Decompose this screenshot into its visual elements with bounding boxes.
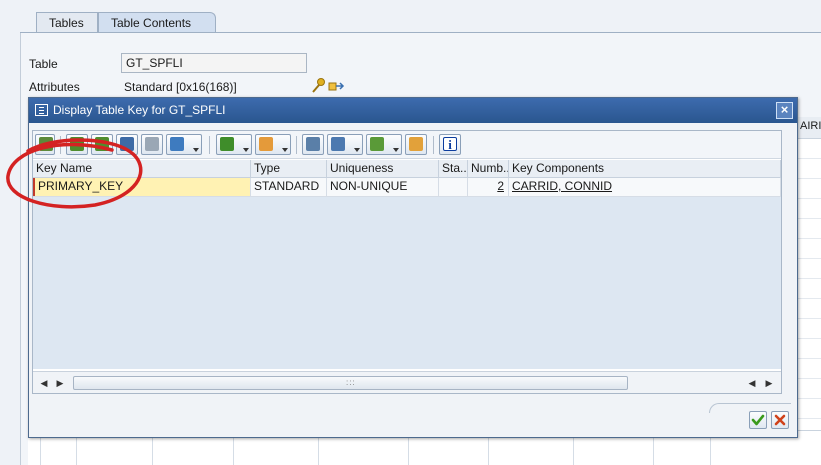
tab-strip: Tables Table Contents <box>0 0 821 33</box>
cell-key-name[interactable]: PRIMARY_KEY <box>33 178 251 196</box>
key-icons[interactable] <box>309 77 347 95</box>
details-button[interactable] <box>35 134 55 155</box>
info-icon: i <box>443 137 457 152</box>
views-button[interactable] <box>327 134 363 155</box>
close-button[interactable]: × <box>776 102 793 119</box>
scroll-right-arrow[interactable]: ▶ <box>55 377 65 389</box>
tab-tables[interactable]: Tables <box>36 12 98 33</box>
sort-descending-icon <box>95 137 109 151</box>
layout-icon <box>409 137 423 151</box>
total-button[interactable] <box>216 134 252 155</box>
cancel-x-icon <box>774 414 786 426</box>
find-button[interactable] <box>116 134 138 155</box>
grid-header: Key Name Type Uniqueness Sta... Numb... … <box>33 160 781 178</box>
attributes-label: Attributes <box>29 80 80 94</box>
filter-button[interactable] <box>166 134 202 155</box>
details-icon <box>39 137 53 151</box>
scroll-left-arrow[interactable]: ◀ <box>39 377 49 389</box>
column-header-type[interactable]: Type <box>251 160 327 178</box>
cancel-button[interactable] <box>771 411 789 429</box>
background-column-header: AIRI <box>797 117 821 139</box>
total-icon <box>220 137 234 151</box>
attributes-value: Standard [0x16(168)] <box>124 80 237 94</box>
find-icon <box>120 137 134 151</box>
continue-button[interactable] <box>749 411 767 429</box>
sort-descending-button[interactable] <box>91 134 113 155</box>
find-next-icon <box>145 137 159 151</box>
filter-icon <box>170 137 184 151</box>
grid-empty-area <box>33 197 781 369</box>
key-alv-grid: i Key Name Type Uniqueness Sta... Numb..… <box>32 130 782 394</box>
print-icon <box>306 137 320 151</box>
dialog-title: Display Table Key for GT_SPFLI <box>53 103 226 117</box>
sort-ascending-button[interactable] <box>66 134 88 155</box>
tab-table-contents[interactable]: Table Contents <box>98 12 216 33</box>
layout-button[interactable] <box>405 134 427 155</box>
information-button[interactable]: i <box>439 134 461 155</box>
cell-status[interactable] <box>439 178 468 196</box>
cell-number[interactable]: 2 <box>468 178 509 196</box>
table-key-icon[interactable] <box>309 77 347 95</box>
find-next-button[interactable] <box>141 134 163 155</box>
background-grid-right: AIRI <box>797 117 821 465</box>
background-grid-rows <box>797 139 821 465</box>
dialog-window-icon <box>35 104 48 116</box>
export-icon <box>370 137 384 151</box>
cell-key-components[interactable]: CARRID, CONNID <box>509 178 781 196</box>
cell-type[interactable]: STANDARD <box>251 178 327 196</box>
scroll-left-arrow-right-end[interactable]: ◀ <box>747 377 757 389</box>
scroll-thumb[interactable]: ::: <box>73 376 628 390</box>
column-header-key-components[interactable]: Key Components <box>509 160 781 178</box>
table-name-field[interactable]: GT_SPFLI <box>121 53 307 73</box>
column-header-status[interactable]: Sta... <box>439 160 468 178</box>
subtotal-button[interactable] <box>255 134 291 155</box>
scroll-grip: ::: <box>346 378 356 387</box>
views-icon <box>331 137 345 151</box>
subtotal-icon <box>259 137 273 151</box>
table-label: Table <box>29 57 58 71</box>
display-table-key-dialog: Display Table Key for GT_SPFLI × i Key N… <box>28 97 798 438</box>
dialog-titlebar[interactable]: Display Table Key for GT_SPFLI × <box>29 98 797 123</box>
column-header-key-name[interactable]: Key Name <box>33 160 251 178</box>
horizontal-scrollbar[interactable]: ◀ ▶ ::: ◀ ▶ <box>33 371 781 393</box>
checkmark-icon <box>751 414 765 426</box>
print-button[interactable] <box>302 134 324 155</box>
cell-uniqueness[interactable]: NON-UNIQUE <box>327 178 439 196</box>
column-header-uniqueness[interactable]: Uniqueness <box>327 160 439 178</box>
scroll-right-arrow-right-end[interactable]: ▶ <box>764 377 774 389</box>
sort-ascending-icon <box>70 137 84 151</box>
export-button[interactable] <box>366 134 402 155</box>
column-header-number[interactable]: Numb... <box>468 160 509 178</box>
alv-toolbar: i <box>33 131 781 159</box>
table-row[interactable]: PRIMARY_KEY STANDARD NON-UNIQUE 2 CARRID… <box>33 178 781 197</box>
